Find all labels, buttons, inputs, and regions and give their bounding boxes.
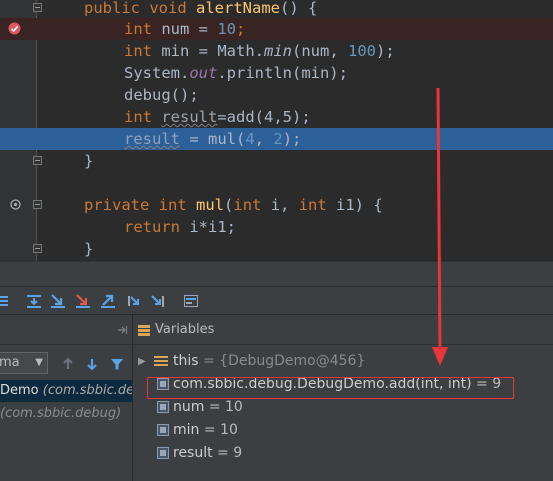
step-over-icon[interactable]	[26, 293, 42, 309]
evaluate-icon[interactable]	[183, 293, 199, 309]
code-line[interactable]: debug();	[0, 84, 553, 106]
fold-icon[interactable]	[33, 156, 42, 165]
variables-icon	[138, 325, 150, 336]
code-line[interactable]: return i*i1;	[0, 216, 553, 238]
code-line[interactable]: public void alertName() {	[0, 0, 553, 19]
down-arrow-icon[interactable]	[85, 357, 99, 371]
code-line[interactable]: }	[0, 238, 553, 260]
chevron-down-icon: ▼	[35, 357, 43, 368]
object-field-icon	[154, 356, 168, 366]
field-icon	[157, 447, 169, 459]
run-to-cursor-icon[interactable]	[150, 293, 166, 309]
pin-icon[interactable]	[116, 324, 128, 336]
variables-title: Variables	[155, 322, 215, 337]
frame-item[interactable]: Demo (com.sbbic.de	[0, 380, 132, 402]
debug-panel-header[interactable]	[0, 261, 553, 287]
force-step-into-icon[interactable]	[75, 293, 91, 309]
drop-frame-icon[interactable]	[125, 293, 141, 309]
filter-icon[interactable]	[110, 357, 124, 371]
frames-panel: ma ▼ Demo (com.sbbic.de (com.sbbic.debug…	[0, 315, 132, 481]
code-line-current[interactable]: result = mul(4, 2);	[0, 128, 553, 150]
variable-row[interactable]: ▶ this = {DebugDemo@456}	[133, 350, 553, 373]
frame-item[interactable]: (com.sbbic.debug)	[0, 403, 132, 425]
thread-dropdown[interactable]: ma ▼	[0, 352, 48, 374]
variable-row[interactable]: min = 10	[133, 419, 553, 442]
code-editor[interactable]: public void alertName() { int num = 10; …	[0, 0, 553, 261]
debug-toolbar	[0, 287, 553, 315]
code-line[interactable]: int result=add(4,5);	[0, 106, 553, 128]
override-icon[interactable]	[9, 198, 22, 211]
expand-arrow-icon[interactable]: ▶	[138, 350, 146, 373]
thread-dropdown-value: ma	[0, 355, 20, 370]
fold-icon[interactable]	[33, 244, 42, 253]
breakpoint-icon[interactable]	[8, 22, 21, 35]
variables-panel-header: Variables	[133, 315, 553, 345]
step-out-icon[interactable]	[100, 293, 116, 309]
code-line[interactable]: }	[0, 150, 553, 172]
variable-row[interactable]: num = 10	[133, 396, 553, 419]
code-line[interactable]: private int mul(int i, int i1) {	[0, 194, 553, 216]
field-icon	[157, 424, 169, 436]
frames-panel-header	[0, 315, 132, 345]
fold-icon[interactable]	[33, 3, 42, 12]
step-into-icon[interactable]	[50, 293, 66, 309]
up-arrow-icon[interactable]	[61, 357, 75, 371]
show-execution-point-icon[interactable]	[0, 293, 10, 309]
field-icon	[157, 401, 169, 413]
variable-row[interactable]: result = 9	[133, 442, 553, 465]
code-line[interactable]: int min = Math.min(num, 100);	[0, 40, 553, 62]
annotation-highlight-box	[147, 377, 514, 399]
code-line-breakpoint[interactable]: int num = 10;	[0, 18, 553, 40]
fold-icon[interactable]	[33, 200, 42, 209]
code-line[interactable]: System.out.println(min);	[0, 62, 553, 84]
